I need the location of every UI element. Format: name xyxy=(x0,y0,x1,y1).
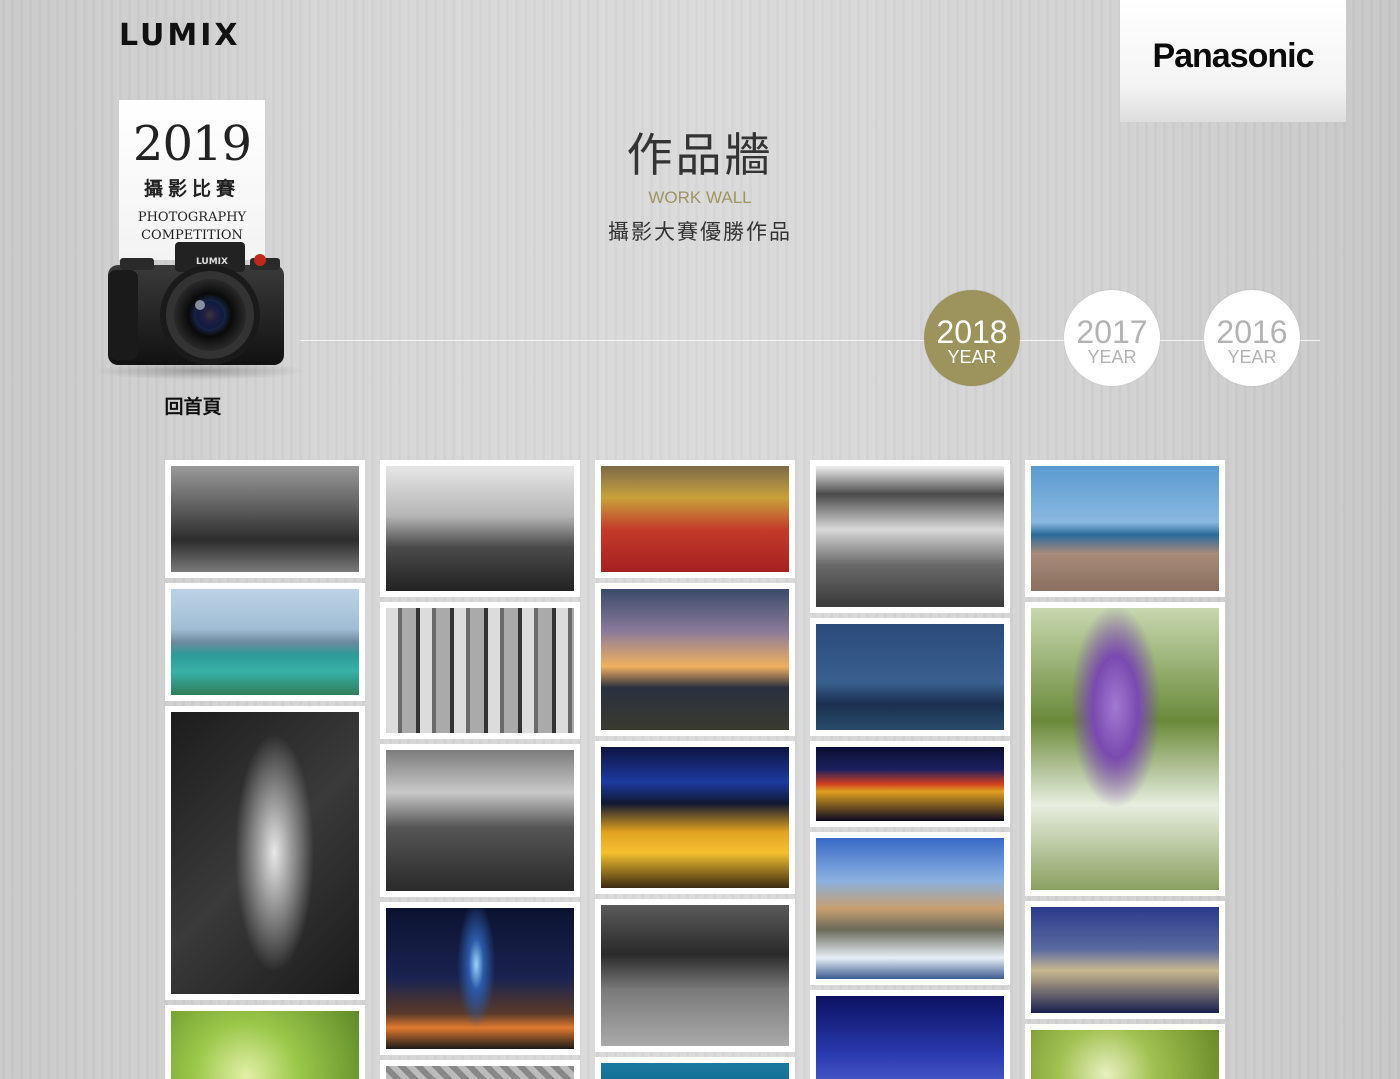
photo-thumbnail xyxy=(386,608,574,733)
panasonic-logo-box[interactable]: Panasonic xyxy=(1120,0,1346,122)
photo-tile[interactable] xyxy=(1025,602,1225,896)
photo-thumbnail xyxy=(601,905,789,1046)
home-link[interactable]: 回首頁 xyxy=(143,392,243,419)
photo-thumbnail xyxy=(171,712,359,994)
photo-tile[interactable] xyxy=(810,832,1010,985)
photo-tile[interactable] xyxy=(380,902,580,1055)
photo-tile[interactable] xyxy=(165,1005,365,1079)
photo-thumbnail xyxy=(816,624,1004,730)
photo-thumbnail xyxy=(1031,1030,1219,1079)
year-tab-2017[interactable]: 2017 YEAR xyxy=(1064,290,1160,386)
competition-title-zh: 攝影比賽 xyxy=(143,178,240,200)
photo-thumbnail xyxy=(386,1066,574,1079)
photo-tile[interactable] xyxy=(810,618,1010,736)
year-number: 2018 xyxy=(936,314,1008,350)
photo-tile[interactable] xyxy=(595,460,795,578)
competition-title-en-line1: PHOTOGRAPHY xyxy=(137,210,247,225)
photo-thumbnail xyxy=(171,589,359,695)
photo-tile[interactable] xyxy=(810,990,1010,1079)
photo-tile[interactable] xyxy=(810,460,1010,613)
photo-thumbnail xyxy=(816,838,1004,979)
photo-tile[interactable] xyxy=(595,741,795,894)
photo-tile[interactable] xyxy=(380,744,580,897)
photo-tile[interactable] xyxy=(810,741,1010,827)
photo-tile[interactable] xyxy=(595,1057,795,1079)
year-timeline-line xyxy=(300,340,1320,341)
photo-thumbnail xyxy=(171,1011,359,1079)
photo-thumbnail xyxy=(601,1063,789,1079)
year-number: 2016 xyxy=(1216,314,1288,350)
photo-tile[interactable] xyxy=(380,1060,580,1079)
year-tab-2018[interactable]: 2018 YEAR xyxy=(924,290,1020,386)
photo-thumbnail xyxy=(601,466,789,572)
photo-thumbnail xyxy=(1031,907,1219,1013)
photo-tile[interactable] xyxy=(1025,1024,1225,1079)
photo-tile[interactable] xyxy=(165,583,365,701)
photo-tile[interactable] xyxy=(380,602,580,739)
photo-thumbnail xyxy=(601,747,789,888)
photo-thumbnail xyxy=(386,750,574,891)
photo-thumbnail xyxy=(1031,608,1219,890)
photo-tile[interactable] xyxy=(380,460,580,597)
year-label: YEAR xyxy=(1087,347,1137,367)
competition-year: 2019 xyxy=(132,116,252,172)
page-title-en: WORK WALL xyxy=(648,188,752,207)
photo-thumbnail xyxy=(816,996,1004,1079)
photo-thumbnail xyxy=(601,589,789,730)
page-title: 作品牆 xyxy=(626,128,774,182)
photo-thumbnail xyxy=(386,466,574,591)
photo-thumbnail xyxy=(171,466,359,572)
year-label: YEAR xyxy=(947,347,997,367)
hero-heading: 作品牆 WORK WALL 攝影大賽優勝作品 xyxy=(500,126,900,246)
year-number: 2017 xyxy=(1076,314,1148,350)
photo-tile[interactable] xyxy=(1025,901,1225,1019)
photo-tile[interactable] xyxy=(165,706,365,1000)
photo-gallery xyxy=(165,460,1225,1079)
photo-thumbnail xyxy=(816,466,1004,607)
panasonic-logo: Panasonic xyxy=(1152,36,1314,75)
photo-tile[interactable] xyxy=(595,899,795,1052)
year-tab-2016[interactable]: 2016 YEAR xyxy=(1204,290,1300,386)
photo-tile[interactable] xyxy=(1025,460,1225,597)
camera-image: LUMIX xyxy=(108,242,284,365)
photo-thumbnail xyxy=(1031,466,1219,591)
lumix-logo[interactable]: LUMIX xyxy=(119,18,241,53)
competition-card[interactable]: 2019 攝影比賽 PHOTOGRAPHY COMPETITION xyxy=(119,100,265,260)
photo-tile[interactable] xyxy=(595,583,795,736)
photo-thumbnail xyxy=(816,747,1004,821)
year-label: YEAR xyxy=(1227,347,1277,367)
photo-thumbnail xyxy=(386,908,574,1049)
page-subtitle: 攝影大賽優勝作品 xyxy=(608,220,792,244)
photo-tile[interactable] xyxy=(165,460,365,578)
